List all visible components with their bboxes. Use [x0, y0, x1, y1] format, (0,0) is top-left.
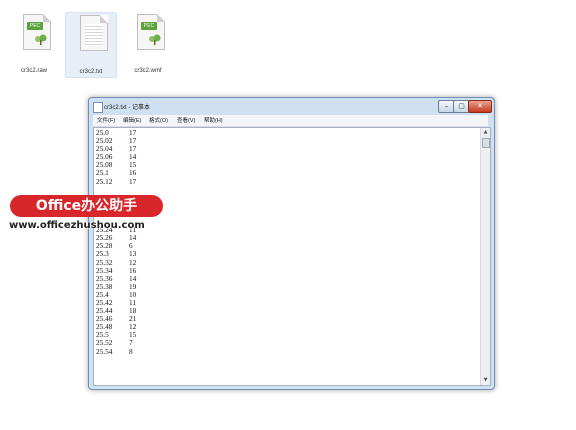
scroll-up-arrow-icon[interactable]: ▲	[481, 128, 490, 137]
text-line: 25.12 17	[96, 176, 481, 186]
text-line: 25.04 17	[96, 145, 481, 153]
text-line: 25.06 14	[96, 153, 481, 161]
file-name: cr3c2.wmf	[134, 68, 162, 74]
text-line	[96, 218, 481, 226]
text-line: 25.32 12	[96, 258, 481, 267]
text-editor[interactable]: 25.0 17 25.02 17 25.04 17 25.06 14 25.08 15 25.1 16…	[93, 127, 491, 386]
line-x-value: 25.12	[96, 176, 113, 186]
text-line: 25.42 11	[96, 298, 481, 307]
notepad-icon	[93, 102, 103, 113]
watermark-url: www.officezhushou.com	[9, 220, 145, 231]
file-cr3c2-raw[interactable]: PEC cr3c2.raw	[10, 12, 58, 76]
wmf-file-icon: PEC	[133, 12, 165, 54]
raw-file-icon: PEC	[19, 12, 51, 54]
text-line: 25.36 14	[96, 274, 481, 283]
text-line: 25.0 17	[96, 129, 481, 137]
menu-file[interactable]: 文件(F)	[97, 116, 115, 124]
notepad-window: cr3c2.txt - 记事本 – ▢ ✕ 文件(F) 编辑(E) 格式(O) …	[88, 97, 495, 390]
file-name: cr3c2.raw	[20, 68, 47, 74]
menu-format[interactable]: 格式(O)	[149, 116, 168, 124]
text-line: 25.52 7	[96, 339, 481, 347]
text-line: 25.26 14	[96, 234, 481, 242]
text-line: 25.38 19	[96, 282, 481, 291]
watermark-brand: Office办公助手	[10, 195, 163, 217]
text-line: 25.5 15	[96, 331, 481, 339]
title-bar[interactable]: cr3c2.txt - 记事本 – ▢ ✕	[89, 98, 494, 115]
text-line: 25.28 6	[96, 242, 481, 250]
menu-view[interactable]: 查看(V)	[177, 116, 195, 124]
text-file-icon	[76, 13, 108, 55]
text-line: 25.54 8	[96, 346, 481, 356]
menu-edit[interactable]: 编辑(E)	[123, 116, 141, 124]
file-cr3c2-txt[interactable]: cr3c2.txt	[65, 12, 117, 78]
text-line: 25.34 16	[96, 266, 481, 275]
scroll-down-arrow-icon[interactable]: ▼	[481, 376, 490, 385]
text-line: 25.1 16	[96, 169, 481, 177]
text-line	[96, 186, 481, 194]
close-button[interactable]: ✕	[468, 100, 492, 113]
menu-help[interactable]: 帮助(H)	[204, 116, 223, 124]
text-line: 25.48 12	[96, 323, 481, 331]
line-y-value: 8	[129, 346, 133, 356]
text-line: 25.3 13	[96, 250, 481, 258]
text-line: 25.44 18	[96, 306, 481, 315]
text-line: 25.24 11	[96, 226, 481, 234]
vertical-scrollbar[interactable]: ▲ ▼	[480, 128, 490, 385]
menu-bar: 文件(F) 编辑(E) 格式(O) 查看(V) 帮助(H)	[93, 115, 488, 127]
line-y-value: 17	[129, 176, 137, 186]
text-line: 25.4 10	[96, 290, 481, 299]
scroll-thumb[interactable]	[482, 138, 490, 148]
file-cr3c2-wmf[interactable]: PEC cr3c2.wmf	[124, 12, 172, 76]
line-x-value: 25.54	[96, 346, 113, 356]
file-name: cr3c2.txt	[79, 69, 103, 75]
text-line: 25.08 15	[96, 161, 481, 169]
window-title: cr3c2.txt - 记事本	[104, 105, 151, 111]
text-line: 25.46 21	[96, 315, 481, 323]
text-line: 25.02 17	[96, 136, 481, 145]
text-content[interactable]: 25.0 17 25.02 17 25.04 17 25.06 14 25.08 15 25.1 16…	[96, 129, 481, 383]
